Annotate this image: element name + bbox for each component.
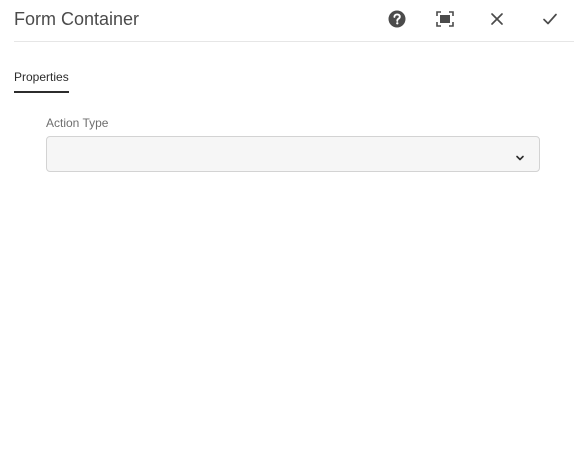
dialog-header: Form Container [0,0,583,42]
dialog: Form Container Properties Action Type [0,0,583,469]
close-button[interactable] [485,7,509,31]
dialog-title: Form Container [14,9,140,29]
close-icon [490,12,504,26]
fullscreen-button[interactable] [433,7,457,31]
action-type-field: Action Type [46,115,542,172]
help-icon [388,10,406,28]
header-divider [14,41,574,42]
action-type-select[interactable] [46,136,540,172]
checkmark-icon [542,12,558,26]
tab-properties[interactable]: Properties [14,69,69,93]
done-button[interactable] [538,7,562,31]
fullscreen-icon [436,11,454,27]
tab-list: Properties [14,68,69,94]
tab-selected-indicator [14,91,69,93]
action-type-label: Action Type [46,116,109,130]
tab-label: Properties [14,70,69,84]
chevron-down-icon [515,150,525,161]
help-button[interactable] [385,7,409,31]
